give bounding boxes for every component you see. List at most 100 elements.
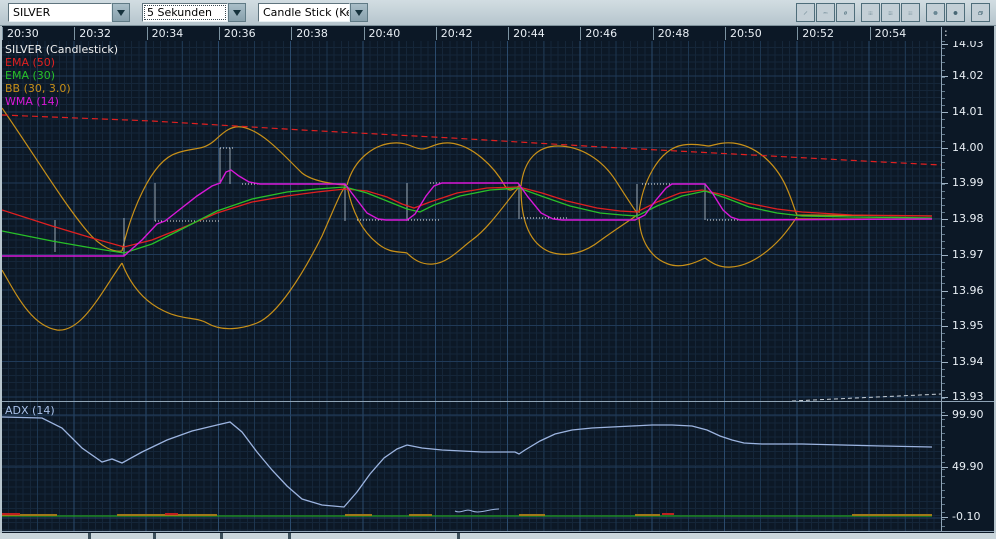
price-label: 14.01 bbox=[952, 105, 984, 118]
trendline-tool-button[interactable] bbox=[796, 3, 815, 22]
time-label: 20:32 bbox=[74, 27, 111, 40]
slashed-circle-tool-button[interactable] bbox=[836, 3, 855, 22]
interval-dropdown-button[interactable] bbox=[228, 3, 246, 22]
upper-dashed-band bbox=[2, 115, 941, 165]
interval-combo[interactable]: 5 Sekunden bbox=[142, 3, 246, 22]
price-label-tick bbox=[942, 183, 948, 184]
time-label: 20:36 bbox=[219, 27, 256, 40]
indicator-label: -0.10 bbox=[952, 510, 980, 523]
axis-minor-tick bbox=[942, 390, 945, 391]
adx-gridlines bbox=[2, 415, 941, 518]
indicator-label-tick bbox=[942, 415, 948, 416]
chart-plot bbox=[2, 41, 941, 531]
dashed-rows-dense-icon bbox=[908, 6, 913, 20]
chart-type-combo[interactable]: Candle Stick (Kerze bbox=[258, 3, 368, 22]
adx-line bbox=[2, 417, 932, 507]
time-label: 20:46 bbox=[580, 27, 617, 40]
price-axis[interactable]: 14.0314.0214.0114.0013.9913.9813.9713.96… bbox=[941, 41, 994, 532]
price-label-tick bbox=[942, 112, 948, 113]
line-style-dense-dash-button[interactable] bbox=[901, 3, 920, 22]
axis-minor-tick bbox=[942, 440, 945, 441]
price-label-tick bbox=[942, 397, 948, 398]
axis-minor-tick bbox=[942, 283, 945, 284]
axis-minor-tick bbox=[942, 191, 945, 192]
bottom-scrollbar[interactable] bbox=[0, 533, 996, 539]
interval-value[interactable]: 5 Sekunden bbox=[142, 3, 228, 22]
axis-minor-tick bbox=[942, 91, 945, 92]
hatched-circle-button[interactable] bbox=[926, 3, 945, 22]
dashed-rows-medium-icon bbox=[888, 6, 893, 20]
axis-minor-tick bbox=[942, 355, 945, 356]
axis-minor-tick bbox=[942, 241, 945, 242]
price-label: 13.97 bbox=[952, 248, 984, 261]
time-label: 20:52 bbox=[797, 27, 834, 40]
dotted-circle-button[interactable] bbox=[946, 3, 965, 22]
time-axis[interactable]: 20:3020:3220:3420:3620:3820:4020:4220:44… bbox=[2, 27, 941, 41]
axis-minor-tick bbox=[942, 98, 945, 99]
symbol-combo[interactable]: SILVER bbox=[8, 3, 130, 22]
panel-separator[interactable] bbox=[2, 401, 994, 402]
price-label-tick bbox=[942, 44, 948, 45]
axis-minor-tick bbox=[942, 369, 945, 370]
axis-minor-tick bbox=[942, 205, 945, 206]
slashed-circle-icon bbox=[843, 6, 848, 20]
axis-minor-tick bbox=[942, 348, 945, 349]
axis-minor-tick bbox=[942, 490, 945, 491]
price-label: 14.00 bbox=[952, 141, 984, 154]
line-style-medium-dash-button[interactable] bbox=[881, 3, 900, 22]
axis-minor-tick bbox=[942, 84, 945, 85]
axis-minor-tick bbox=[942, 48, 945, 49]
price-label: 13.95 bbox=[952, 319, 984, 332]
price-label: 13.96 bbox=[952, 284, 984, 297]
indicator-label-tick bbox=[942, 467, 948, 468]
chart-area[interactable]: SILVER (Candlestick)EMA (50)EMA (30)BB (… bbox=[2, 41, 941, 531]
axis-minor-tick bbox=[942, 447, 945, 448]
axis-minor-tick bbox=[942, 105, 945, 106]
axis-minor-tick bbox=[942, 433, 945, 434]
legend-item: WMA (14) bbox=[5, 95, 118, 108]
horizontal-dashed-line-tool-button[interactable] bbox=[816, 3, 835, 22]
chart-window: SILVER 5 Sekunden Candle Stick (Kerze 20… bbox=[0, 0, 996, 539]
line-style-sparse-dash-button[interactable] bbox=[861, 3, 880, 22]
scrollbar-tick bbox=[88, 533, 91, 539]
axis-minor-tick bbox=[942, 162, 945, 163]
axis-minor-tick bbox=[942, 333, 945, 334]
legend-item: BB (30, 3.0) bbox=[5, 82, 118, 95]
panel-corner-patch bbox=[942, 402, 994, 409]
axis-minor-tick bbox=[942, 426, 945, 427]
chart-type-dropdown-button[interactable] bbox=[350, 3, 368, 22]
toolbar-tools bbox=[795, 3, 996, 22]
axis-minor-tick bbox=[942, 169, 945, 170]
axis-minor-tick bbox=[942, 383, 945, 384]
circle-dotted-icon bbox=[953, 6, 958, 20]
axis-minor-tick bbox=[942, 319, 945, 320]
axis-minor-tick bbox=[942, 305, 945, 306]
time-label: 20:38 bbox=[291, 27, 328, 40]
adx-indicator-label: ADX (14) bbox=[5, 404, 55, 417]
axis-minor-tick bbox=[942, 526, 945, 527]
chevron-down-icon bbox=[355, 10, 363, 16]
panel-boundary-dashed bbox=[792, 394, 941, 401]
axis-minor-tick bbox=[942, 127, 945, 128]
price-label: 13.98 bbox=[952, 212, 984, 225]
axis-minor-tick bbox=[942, 276, 945, 277]
indicator-label: 49.90 bbox=[952, 460, 984, 473]
chart-type-value[interactable]: Candle Stick (Kerze bbox=[258, 3, 350, 22]
axis-corner: : bbox=[941, 27, 994, 41]
axis-minor-tick bbox=[942, 462, 945, 463]
scrollbar-tick bbox=[220, 533, 223, 539]
time-label: 20:30 bbox=[2, 27, 39, 40]
symbol-dropdown-button[interactable] bbox=[112, 3, 130, 22]
toolbar: SILVER 5 Sekunden Candle Stick (Kerze bbox=[0, 0, 996, 26]
axis-minor-tick bbox=[942, 312, 945, 313]
time-label: 20:42 bbox=[436, 27, 473, 40]
candle-dotted-levels bbox=[2, 148, 747, 256]
indicator-label-tick bbox=[942, 517, 948, 518]
time-label: 20:44 bbox=[508, 27, 545, 40]
cascade-windows-button[interactable] bbox=[971, 3, 990, 22]
symbol-value[interactable]: SILVER bbox=[8, 3, 112, 22]
dashed-rows-sparse-icon bbox=[868, 6, 873, 20]
price-label-tick bbox=[942, 326, 948, 327]
time-label: 20:48 bbox=[653, 27, 690, 40]
axis-minor-tick bbox=[942, 134, 945, 135]
